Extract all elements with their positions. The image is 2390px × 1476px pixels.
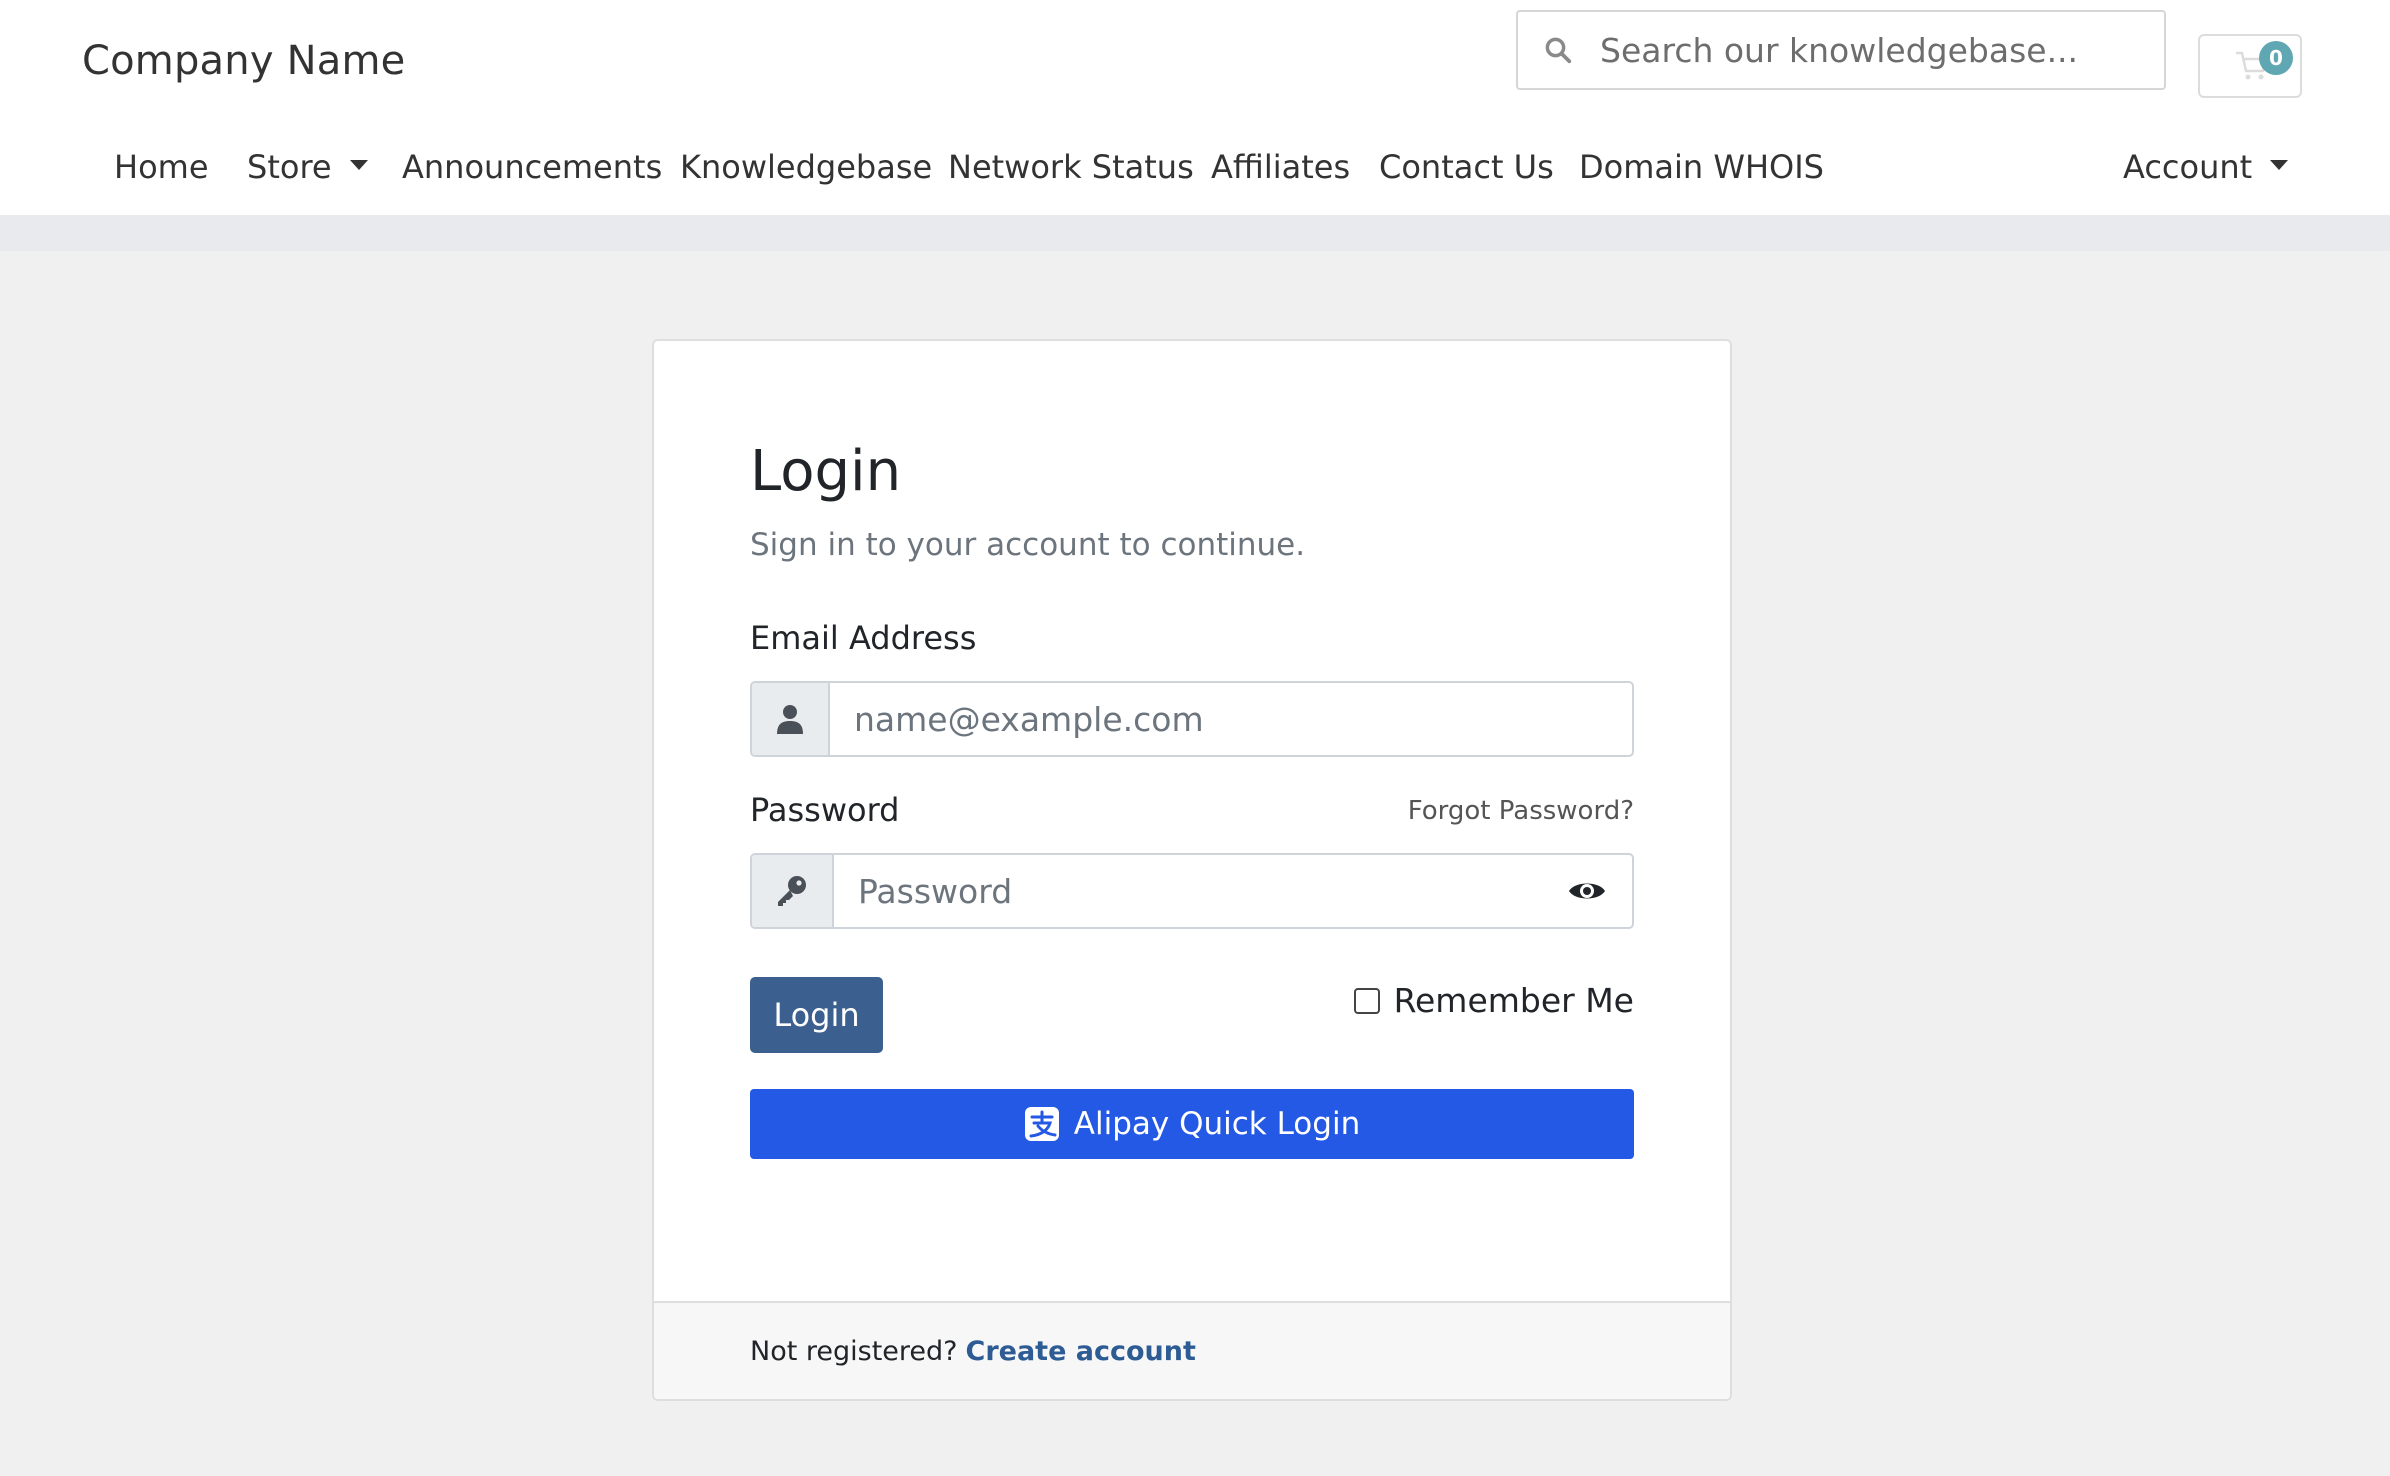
nav-item-account[interactable]: Account: [2123, 148, 2289, 186]
main-nav: Home Store Announcements Knowledgebase N…: [0, 148, 2390, 206]
alipay-button-label: Alipay Quick Login: [1073, 1106, 1361, 1142]
nav-item-affiliates[interactable]: Affiliates: [1211, 148, 1350, 186]
not-registered-text: Not registered?: [750, 1335, 958, 1367]
create-account-link[interactable]: Create account: [966, 1336, 1196, 1367]
nav-item-store-label: Store: [247, 148, 332, 186]
user-icon: [752, 683, 830, 755]
email-field[interactable]: [750, 681, 1634, 757]
nav-item-domain-whois[interactable]: Domain WHOIS: [1579, 148, 1824, 186]
password-input[interactable]: [834, 855, 1542, 927]
login-title: Login: [750, 439, 902, 504]
login-subtitle: Sign in to your account to continue.: [750, 527, 1306, 563]
password-label: Password: [750, 791, 900, 829]
alipay-icon: [1024, 1106, 1060, 1142]
eye-icon[interactable]: [1542, 878, 1632, 904]
remember-me-checkbox[interactable]: [1353, 987, 1380, 1014]
cart-button[interactable]: 0: [2198, 34, 2302, 98]
brand-logo-text[interactable]: Company Name: [82, 38, 405, 84]
password-field[interactable]: [750, 853, 1634, 929]
search-icon: [1518, 35, 1598, 65]
cart-count-badge: 0: [2259, 41, 2293, 75]
nav-item-home[interactable]: Home: [114, 148, 209, 186]
email-input[interactable]: [830, 683, 1632, 755]
nav-item-account-label: Account: [2123, 148, 2253, 186]
email-label: Email Address: [750, 619, 977, 657]
knowledgebase-search[interactable]: [1516, 10, 2166, 90]
remember-me[interactable]: Remember Me: [1353, 981, 1634, 1020]
chevron-down-icon: [349, 160, 368, 170]
login-card-footer: Not registered? Create account: [654, 1301, 1730, 1399]
nav-item-announcements[interactable]: Announcements: [402, 148, 662, 186]
nav-item-contact-us[interactable]: Contact Us: [1379, 148, 1554, 186]
key-icon: [752, 855, 834, 927]
chevron-down-icon: [2270, 160, 2289, 170]
search-input[interactable]: [1600, 30, 2140, 70]
nav-item-knowledgebase[interactable]: Knowledgebase: [680, 148, 932, 186]
remember-me-label: Remember Me: [1393, 981, 1634, 1020]
header-divider-band: [0, 215, 2390, 251]
nav-item-network-status[interactable]: Network Status: [948, 148, 1194, 186]
top-header: Company Name 0 Home Store Announcements …: [0, 0, 2390, 215]
login-card: Login Sign in to your account to continu…: [652, 339, 1732, 1401]
alipay-login-button[interactable]: Alipay Quick Login: [750, 1089, 1634, 1159]
nav-item-store[interactable]: Store: [247, 148, 368, 186]
login-button[interactable]: Login: [750, 977, 883, 1053]
forgot-password-link[interactable]: Forgot Password?: [1408, 796, 1634, 826]
